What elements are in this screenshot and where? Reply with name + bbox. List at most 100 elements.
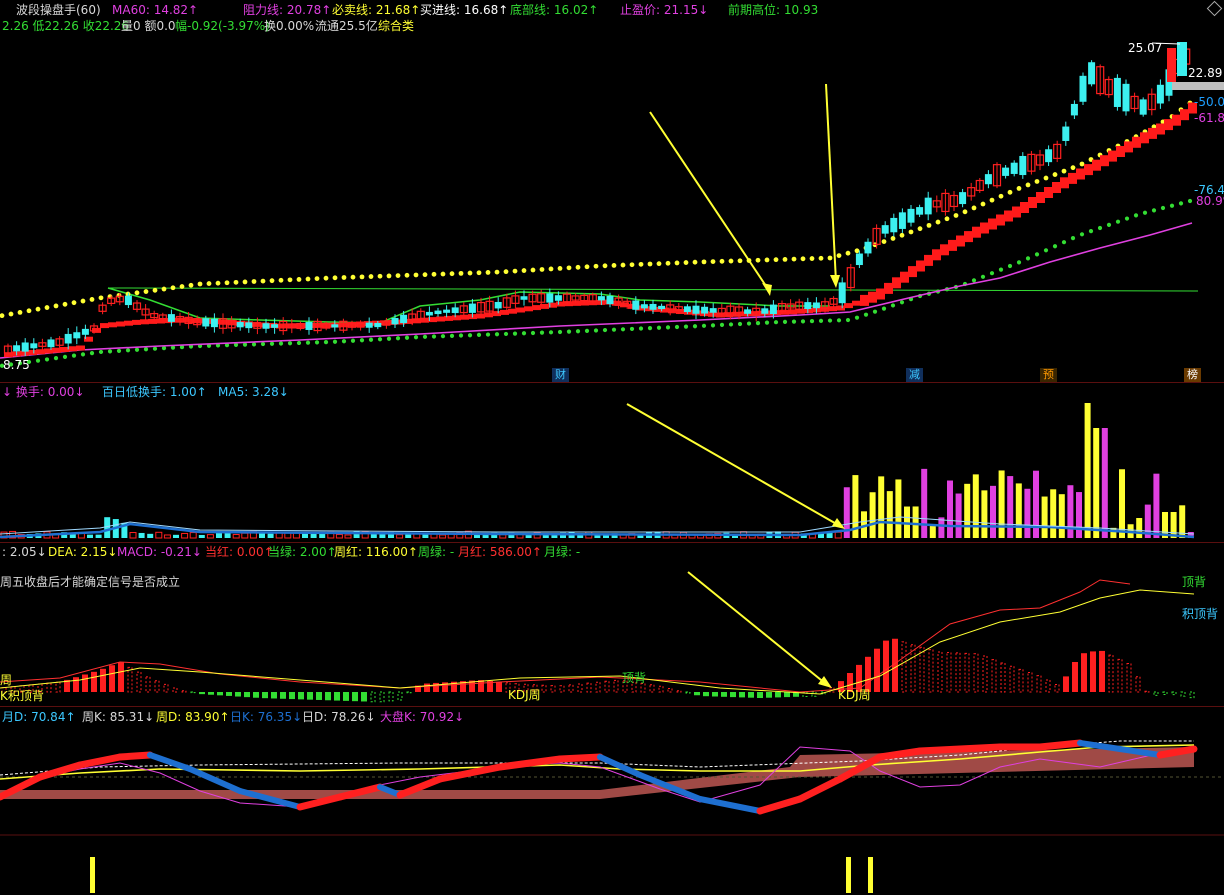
macd-red-bar <box>1054 684 1060 693</box>
news-tag[interactable]: 预 <box>1040 368 1057 382</box>
bottom-line-dot <box>404 335 410 340</box>
buy-band-block <box>828 306 837 312</box>
sell-line-dot <box>350 274 356 280</box>
macd-green-bar <box>253 692 259 698</box>
sell-line-dot <box>566 265 572 271</box>
buy-band-block <box>484 312 493 318</box>
candle-down <box>864 241 872 254</box>
sell-line-dot <box>359 274 365 280</box>
sell-line-dot <box>575 264 581 270</box>
bottom-line-dot <box>971 278 977 283</box>
macd-red-bar <box>973 653 979 693</box>
sell-line-dot <box>26 308 32 314</box>
bottom-line-dot <box>1088 229 1094 234</box>
candle-down <box>451 307 459 314</box>
candle-down <box>709 308 717 313</box>
bottom-line-dot <box>611 327 617 332</box>
sell-line-dot <box>260 278 266 284</box>
macd-green-bar <box>289 692 295 700</box>
bottom-line-dot <box>998 267 1004 272</box>
kdj-chart[interactable] <box>0 707 1224 895</box>
sell-line-dot <box>287 277 293 283</box>
signal-arrow <box>626 403 841 527</box>
buy-band-block <box>1036 192 1045 203</box>
sell-line-dot <box>206 281 212 286</box>
buy-band-block <box>1180 109 1189 121</box>
candle-down <box>804 302 812 310</box>
volume-chart[interactable] <box>0 382 1224 542</box>
candle-down <box>400 314 408 324</box>
candle-down <box>1079 75 1087 102</box>
macd-green-bar <box>685 691 691 694</box>
candle-down <box>443 309 451 313</box>
macd-red-bar <box>172 687 178 693</box>
buy-band-block <box>924 254 933 266</box>
sell-line-dot <box>800 256 806 262</box>
bottom-line-dot <box>1151 208 1157 213</box>
daily-k-band <box>597 754 643 778</box>
candle-down <box>907 208 915 223</box>
bottom-line-dot <box>422 334 428 339</box>
news-tag[interactable]: 减 <box>906 368 923 382</box>
candle-down <box>984 174 992 185</box>
sell-line-dot <box>395 273 401 278</box>
bottom-line-dot <box>728 322 734 327</box>
sell-line-dot <box>8 311 14 317</box>
sell-line-dot <box>170 285 176 291</box>
volume-bar <box>886 491 893 538</box>
macd-red-bar <box>937 651 943 693</box>
macd-red-bar <box>1144 690 1150 693</box>
buy-band-block <box>140 319 149 325</box>
macd-dea-line <box>0 589 1195 695</box>
sell-line-dot <box>1052 172 1058 177</box>
sell-line-dot <box>701 259 707 265</box>
news-tag[interactable]: 榜 <box>1184 368 1201 382</box>
sell-line-dot <box>944 216 950 222</box>
macd-green-bar <box>262 692 268 699</box>
sell-line-dot <box>431 271 437 277</box>
price-candlestick-chart[interactable] <box>0 0 1224 382</box>
macd-chart[interactable] <box>0 542 1224 707</box>
signal-arrow <box>687 571 827 685</box>
macd-green-bar <box>748 692 754 698</box>
macd-green-bar <box>730 692 736 698</box>
macd-red-bar <box>946 651 952 693</box>
bottom-line-dot <box>1061 240 1067 245</box>
buy-band-block <box>1092 159 1101 171</box>
volume-bar <box>189 532 197 539</box>
volume-bar <box>173 534 179 538</box>
bottom-line-dot <box>782 319 788 324</box>
candle-down <box>1088 62 1096 85</box>
sell-line-dot <box>53 303 59 309</box>
candle-down <box>658 305 666 310</box>
candle-down <box>73 332 81 339</box>
macd-red-bar <box>1135 676 1141 693</box>
macd-red-bar <box>1000 662 1006 693</box>
news-tag[interactable]: 财 <box>552 368 569 382</box>
macd-green-bar <box>784 692 790 698</box>
buy-band-block <box>1084 164 1093 176</box>
buy-band-block <box>100 323 109 329</box>
sell-line-dot <box>386 273 392 279</box>
buy-band-block <box>28 349 37 355</box>
sell-line-dot <box>638 261 644 267</box>
volume-bar <box>990 485 996 538</box>
sell-line-dot <box>962 209 968 215</box>
macd-green-bar <box>226 692 232 696</box>
bottom-line-dot <box>476 332 482 337</box>
signal-bar <box>90 857 95 893</box>
candle-down <box>520 296 528 300</box>
price_labels-label: -61.8% <box>1194 111 1224 125</box>
sell-line-dot <box>530 267 536 273</box>
macd-red-bar <box>109 665 115 692</box>
macd-red-bar <box>154 680 160 693</box>
bottom-line-dot <box>341 339 347 344</box>
sell-line-dot <box>908 229 914 235</box>
sell-line-dot <box>1016 186 1022 191</box>
buy-band-block <box>116 321 125 327</box>
sell-line-dot <box>80 298 86 304</box>
volume-bar <box>482 534 489 538</box>
sell-line-dot <box>179 284 185 289</box>
bottom-line-dot <box>467 333 473 338</box>
macd-green-bar <box>352 692 358 702</box>
